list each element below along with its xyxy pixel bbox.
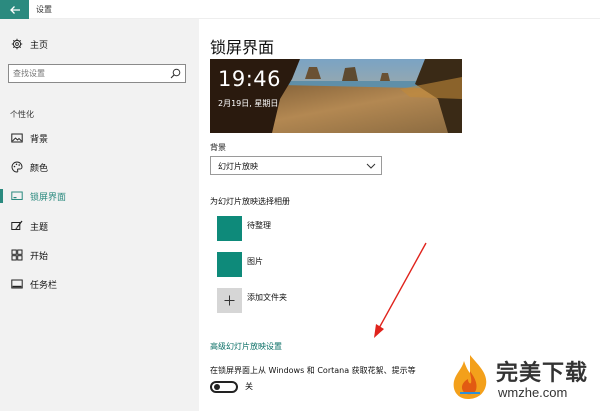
preview-date: 2月19日, 星期日 [218,99,279,108]
album-thumbnail [217,216,242,241]
album-section-label: 为幻灯片放映选择相册 [210,197,290,206]
toggle-knob [214,384,220,390]
sidebar-item-label: 任务栏 [30,280,58,291]
album-name: 图片 [247,257,263,266]
watermark-en-text: wmzhe.com [498,385,568,400]
sidebar-home-label: 主页 [30,40,49,51]
start-icon [10,248,24,262]
dropdown-value: 幻灯片放映 [218,162,258,171]
cortana-toggle[interactable] [210,381,238,393]
active-indicator [0,189,3,203]
lock-screen-icon [10,189,24,203]
search-box[interactable] [8,64,186,83]
gear-icon [10,37,24,51]
sidebar-item-label: 锁屏界面 [30,192,67,203]
lock-screen-preview: 19:46 2月19日, 星期日 [210,59,462,133]
brush-icon [10,219,24,233]
album-name: 待整理 [247,221,271,230]
title-bar: 设置 [0,0,600,19]
sidebar-item-label: 开始 [30,251,49,262]
watermark-logo [453,355,487,399]
sidebar-item-home[interactable]: 主页 [10,36,48,52]
sidebar-item-label: 背景 [30,134,49,145]
sidebar-item-label: 颜色 [30,163,49,174]
album-item[interactable]: 图片 [217,252,347,277]
watermark: 完美下载 wmzhe.com [448,351,598,409]
advanced-slideshow-link[interactable]: 高级幻灯片放映设置 [210,341,282,352]
sidebar-item-start[interactable]: 开始 [0,244,199,266]
sidebar-item-themes[interactable]: 主题 [0,215,199,237]
album-thumbnail [217,252,242,277]
sidebar-item-colors[interactable]: 颜色 [0,156,199,178]
back-button[interactable] [0,0,29,19]
cortana-setting-label: 在锁屏界面上从 Windows 和 Cortana 获取花絮、提示等 [210,366,416,375]
section-header: 个性化 [10,110,34,119]
chevron-down-icon [366,163,376,169]
palette-icon [10,160,24,174]
sidebar-item-lock-screen[interactable]: 锁屏界面 [0,185,199,207]
taskbar-icon [10,277,24,291]
window-title: 设置 [36,5,52,14]
add-folder-label: 添加文件夹 [247,293,287,302]
watermark-cn-text: 完美下载 [496,361,589,386]
add-folder-tile [217,288,242,313]
album-item[interactable]: 待整理 [217,216,347,241]
sidebar-item-label: 主题 [30,222,49,233]
plus-icon [224,295,235,306]
search-icon[interactable] [170,68,181,79]
background-label: 背景 [210,143,226,152]
preview-time: 19:46 [218,67,282,91]
add-folder-button[interactable]: 添加文件夹 [217,288,347,313]
back-arrow-icon [9,5,20,14]
sidebar-item-background[interactable]: 背景 [0,127,199,149]
sidebar-item-taskbar[interactable]: 任务栏 [0,273,199,295]
sidebar: 主页 个性化 背景 颜色 锁屏界面 主题 开始 [0,19,199,411]
background-dropdown[interactable]: 幻灯片放映 [210,156,382,175]
page-title: 锁屏界面 [210,38,275,57]
search-input[interactable] [13,67,163,80]
image-icon [10,131,24,145]
toggle-state-label: 关 [245,382,253,391]
